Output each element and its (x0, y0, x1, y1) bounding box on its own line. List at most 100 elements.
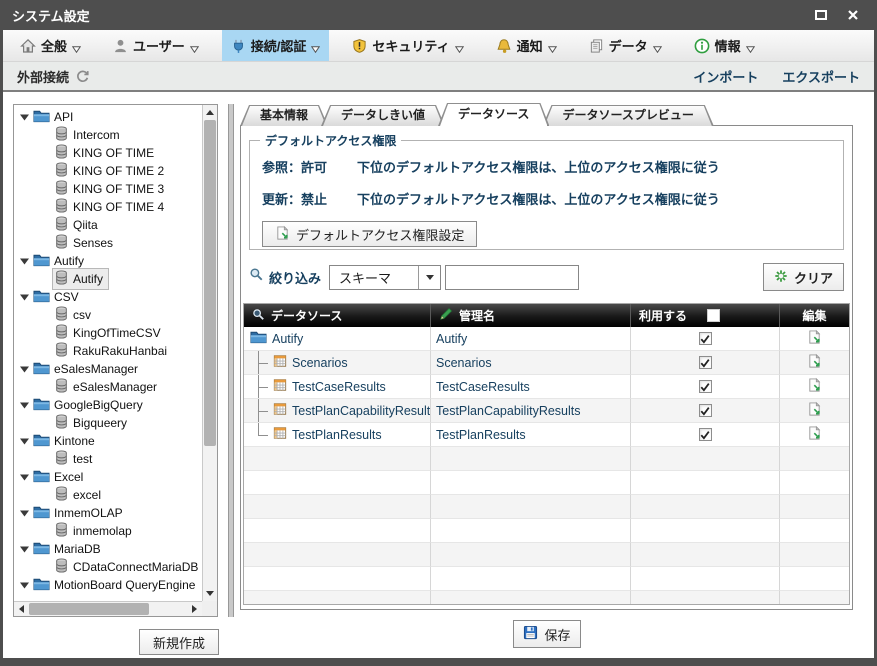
close-icon[interactable] (847, 9, 859, 21)
menu-item-ユーザー[interactable]: ユーザー (104, 30, 208, 61)
tree-item-Intercom[interactable]: Intercom (14, 126, 202, 144)
tree-item-eSalesManager[interactable]: eSalesManager (14, 378, 202, 396)
grid-icon (273, 378, 287, 395)
tree-group-Kintone[interactable]: Kintone (14, 432, 202, 450)
tree-item-test[interactable]: test (14, 450, 202, 468)
tree-item-content: Bigqueery (53, 413, 132, 433)
tree-item-content: KING OF TIME 2 (53, 161, 169, 181)
refresh-icon[interactable] (75, 69, 90, 84)
tab-データしきい値[interactable]: データしきい値 (321, 105, 445, 126)
tree-item-Senses[interactable]: Senses (14, 234, 202, 252)
tree-item-Bigqueery[interactable]: Bigqueery (14, 414, 202, 432)
expander-icon[interactable] (20, 542, 29, 556)
default-access-settings-button[interactable]: デフォルトアクセス権限設定 (262, 221, 478, 247)
tree-item-KING OF TIME 2[interactable]: KING OF TIME 2 (14, 162, 202, 180)
tree-item-KING OF TIME[interactable]: KING OF TIME (14, 144, 202, 162)
tree-item-excel[interactable]: excel (14, 486, 202, 504)
tree-item-KingOfTimeCSV[interactable]: KingOfTimeCSV (14, 324, 202, 342)
window-title: システム設定 (12, 8, 90, 24)
edit-icon[interactable] (807, 377, 822, 396)
expander-icon[interactable] (20, 506, 29, 520)
tab-基本情報[interactable]: 基本情報 (240, 105, 328, 126)
tree-item-KING OF TIME 4[interactable]: KING OF TIME 4 (14, 198, 202, 216)
tree-item-RakuRakuHanbai[interactable]: RakuRakuHanbai (14, 342, 202, 360)
edit-icon[interactable] (807, 329, 822, 348)
menu-item-通知[interactable]: 通知 (487, 30, 566, 61)
table-row[interactable]: Scenarios Scenarios (244, 351, 849, 375)
menu-item-接続/認証[interactable]: 接続/認証 (221, 30, 330, 61)
menu-item-データ[interactable]: データ (580, 30, 671, 61)
scroll-left-button[interactable] (14, 602, 29, 616)
tree-item-inmemolap[interactable]: inmemolap (14, 522, 202, 540)
export-button[interactable]: エクスポート (782, 67, 860, 86)
use-checkbox[interactable] (698, 380, 712, 393)
expander-icon[interactable] (20, 470, 29, 484)
expander-icon[interactable] (20, 254, 29, 268)
scroll-right-button[interactable] (187, 602, 202, 616)
dropdown-triangle-icon (71, 41, 82, 56)
tree-group-MotionBoard QueryEngine[interactable]: MotionBoard QueryEngine (14, 576, 202, 594)
new-create-button[interactable]: 新規作成 (139, 629, 219, 655)
empty-cell (244, 519, 431, 543)
table-row[interactable]: TestPlanResults TestPlanResults (244, 423, 849, 447)
tab-データソースプレビュー[interactable]: データソースプレビュー (542, 105, 713, 126)
use-checkbox[interactable] (698, 428, 712, 441)
empty-cell (631, 591, 780, 604)
access-rule-status: 参照：許可 (262, 160, 328, 175)
schema-dropdown[interactable]: スキーマ (329, 264, 442, 290)
tree-group-InmemOLAP[interactable]: InmemOLAP (14, 504, 202, 522)
menu-item-セキュリティ[interactable]: セキュリティ (343, 30, 472, 61)
tree-item-content: CDataConnectMariaDB (53, 557, 202, 577)
use-checkbox[interactable] (698, 404, 712, 417)
scroll-up-button[interactable] (203, 105, 217, 120)
edit-icon[interactable] (807, 353, 822, 372)
menu-item-全般[interactable]: 全般 (11, 30, 90, 61)
empty-cell (631, 543, 780, 567)
tree-item-KING OF TIME 3[interactable]: KING OF TIME 3 (14, 180, 202, 198)
tree-item-content: KING OF TIME (53, 143, 159, 163)
tree-item-CDataConnectMariaDB[interactable]: CDataConnectMariaDB (14, 558, 202, 576)
expander-icon[interactable] (20, 362, 29, 376)
scrollbar-thumb[interactable] (29, 603, 150, 615)
edit-icon[interactable] (807, 401, 822, 420)
tree-item-csv[interactable]: csv (14, 306, 202, 324)
tree-group-label: API (54, 110, 74, 124)
expander-icon[interactable] (20, 290, 29, 304)
tree-group-eSalesManager[interactable]: eSalesManager (14, 360, 202, 378)
tree-group-CSV[interactable]: CSV (14, 288, 202, 306)
expander-icon[interactable] (20, 398, 29, 412)
table-row[interactable]: Autify Autify (244, 327, 849, 351)
use-checkbox[interactable] (698, 356, 712, 369)
dropdown-triangle-icon (547, 41, 557, 56)
empty-cell (780, 471, 849, 495)
expander-icon[interactable] (20, 434, 29, 448)
tree-group-API[interactable]: API (14, 108, 202, 126)
tree-group-Autify[interactable]: Autify (14, 252, 202, 270)
maximize-icon[interactable] (815, 10, 827, 20)
tree-group-GoogleBigQuery[interactable]: GoogleBigQuery (14, 396, 202, 414)
tab-データソース[interactable]: データソース (438, 103, 549, 126)
select-all-checkbox[interactable] (707, 309, 721, 322)
filter-input[interactable] (445, 264, 580, 290)
clear-button[interactable]: クリア (762, 263, 844, 291)
tree-vertical-scrollbar[interactable] (202, 105, 217, 601)
scrollbar-thumb[interactable] (204, 120, 216, 447)
tree-group-MariaDB[interactable]: MariaDB (14, 540, 202, 558)
menu-item-情報[interactable]: 情報 (685, 30, 764, 61)
expander-icon[interactable] (20, 578, 29, 592)
tree-item-Autify[interactable]: Autify (14, 268, 202, 290)
save-icon (523, 625, 538, 643)
use-checkbox[interactable] (698, 332, 712, 345)
scroll-down-button[interactable] (203, 586, 217, 601)
chevron-down-icon[interactable] (418, 265, 440, 289)
tree-group-Excel[interactable]: Excel (14, 468, 202, 486)
edit-icon[interactable] (807, 425, 822, 444)
tree-horizontal-scrollbar[interactable] (14, 601, 202, 616)
import-button[interactable]: インポート (693, 67, 758, 86)
tree-item-Qiita[interactable]: Qiita (14, 216, 202, 234)
save-button[interactable]: 保存 (513, 620, 581, 648)
table-row[interactable]: TestCaseResults TestCaseResults (244, 375, 849, 399)
expander-icon[interactable] (20, 110, 29, 124)
table-row[interactable]: TestPlanCapabilityResults TestPlanCapabil… (244, 399, 849, 423)
panel-splitter[interactable] (228, 104, 234, 617)
